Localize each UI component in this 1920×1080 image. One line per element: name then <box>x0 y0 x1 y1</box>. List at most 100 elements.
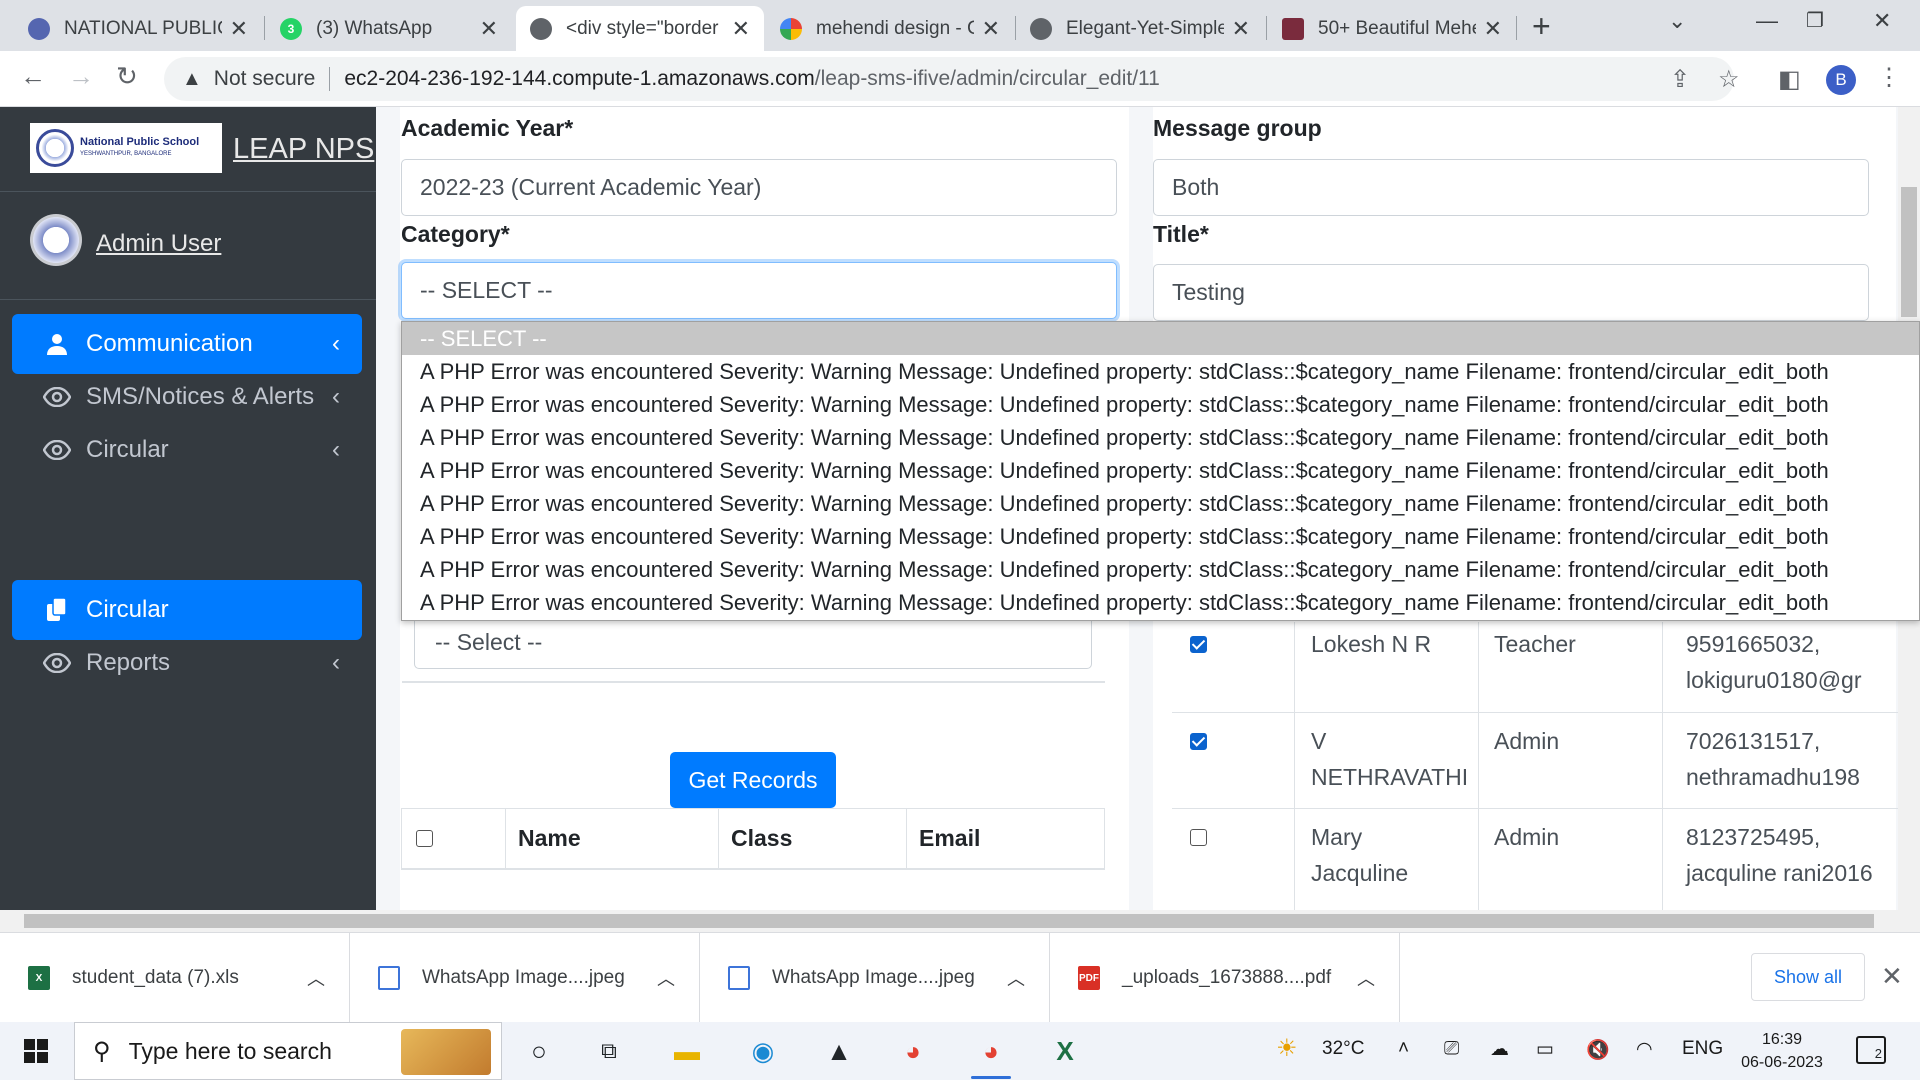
select-all-checkbox[interactable] <box>416 830 433 847</box>
download-item[interactable]: PDF _uploads_1673888....pdf ︿ <box>1050 933 1400 1023</box>
close-tab-icon[interactable]: ✕ <box>480 16 498 42</box>
category-select[interactable]: -- SELECT -- <box>401 262 1117 319</box>
share-icon[interactable]: ⇪ <box>1670 65 1690 94</box>
new-tab-plus-icon[interactable]: + <box>1532 8 1551 45</box>
dropdown-option[interactable]: A PHP Error was encountered Severity: Wa… <box>402 586 1919 619</box>
close-tab-icon[interactable]: ✕ <box>732 16 750 42</box>
show-all-button[interactable]: Show all <box>1751 953 1865 1001</box>
url-omnibox[interactable]: ▲ Not secure ec2-204-236-192-144.compute… <box>164 57 1734 101</box>
recipient-contact: 7026131517, nethramadhu198 <box>1686 723 1860 795</box>
user-name-link[interactable]: Admin User <box>96 230 221 258</box>
taskbar-search[interactable]: ⚲ Type here to search <box>74 1022 502 1080</box>
horizontal-scrollbar[interactable] <box>0 910 1920 932</box>
dropdown-option[interactable]: A PHP Error was encountered Severity: Wa… <box>402 487 1919 520</box>
speaker-muted-icon[interactable]: 🔇 <box>1586 1038 1610 1062</box>
chevron-up-icon[interactable]: ︿ <box>1357 965 1375 991</box>
tray-chevron-up-icon[interactable]: ˄ <box>1398 1038 1409 1060</box>
back-arrow-icon[interactable]: ← <box>20 61 46 92</box>
language-indicator[interactable]: ENG <box>1682 1038 1723 1060</box>
title-input[interactable]: Testing <box>1153 264 1869 321</box>
chrome-icon[interactable]: ◕ <box>894 1032 932 1070</box>
dropdown-option[interactable]: A PHP Error was encountered Severity: Wa… <box>402 355 1919 388</box>
cortana-circle-icon[interactable]: ○ <box>520 1032 558 1070</box>
download-item[interactable]: WhatsApp Image....jpeg ︿ <box>700 933 1050 1023</box>
row-checkbox[interactable] <box>1190 636 1207 653</box>
dropdown-option[interactable]: A PHP Error was encountered Severity: Wa… <box>402 520 1919 553</box>
chrome-profile-icon[interactable]: ◕ <box>972 1032 1010 1070</box>
side-panel-icon[interactable]: ◧ <box>1778 65 1801 94</box>
dropdown-option[interactable]: A PHP Error was encountered Severity: Wa… <box>402 421 1919 454</box>
profile-avatar[interactable]: B <box>1826 65 1856 95</box>
sidebar-item-circular[interactable]: Circular <box>12 580 362 640</box>
edge-browser-icon[interactable]: ◉ <box>744 1032 782 1070</box>
sidebar-item-circular-group[interactable]: Circular ‹ <box>12 420 362 480</box>
photos-app-icon[interactable]: ▲ <box>820 1032 858 1070</box>
sidebar-item-reports[interactable]: Reports ‹ <box>12 633 362 693</box>
weather-sun-icon[interactable]: ☀ <box>1276 1034 1298 1063</box>
eye-icon <box>42 435 72 465</box>
row-checkbox[interactable] <box>1190 829 1207 846</box>
sidebar-item-sms-notices-alerts[interactable]: SMS/Notices & Alerts ‹ <box>12 367 362 427</box>
dropdown-option-selected[interactable]: -- SELECT -- <box>402 322 1919 355</box>
column-header-class[interactable]: Class <box>719 809 907 868</box>
chevron-up-icon[interactable]: ︿ <box>307 965 325 991</box>
notification-center-icon[interactable]: 2 <box>1856 1036 1886 1064</box>
close-window-icon[interactable]: ✕ <box>1873 8 1891 34</box>
bookmark-star-icon[interactable]: ☆ <box>1718 65 1740 94</box>
message-group-field[interactable]: Both <box>1153 159 1869 216</box>
meet-now-icon[interactable]: ⎚ <box>1444 1038 1459 1060</box>
column-header-name[interactable]: Name <box>506 809 719 868</box>
dropdown-option[interactable]: A PHP Error was encountered Severity: Wa… <box>402 553 1919 586</box>
download-item[interactable]: X student_data (7).xls ︿ <box>0 933 350 1023</box>
url-path[interactable]: /leap-sms-ifive/admin/circular_edit/11 <box>815 67 1160 91</box>
recipient-role: Teacher <box>1494 631 1576 657</box>
sidebar-item-label: Reports <box>86 649 171 676</box>
row-checkbox[interactable] <box>1190 733 1207 750</box>
close-tab-icon[interactable]: ✕ <box>1484 16 1502 42</box>
security-label[interactable]: Not secure <box>214 67 316 91</box>
excel-icon[interactable]: X <box>1046 1032 1084 1070</box>
sidebar-item-communication[interactable]: Communication ‹ <box>12 314 362 374</box>
chevron-up-icon[interactable]: ︿ <box>1007 965 1025 991</box>
tab-beautiful-mehendi[interactable]: 50+ Beautiful Mehe ✕ <box>1268 6 1516 51</box>
windows-start-icon[interactable] <box>24 1039 48 1063</box>
tab-search-chevron-icon[interactable]: ⌄ <box>1668 8 1686 34</box>
chevron-up-icon[interactable]: ︿ <box>657 965 675 991</box>
system-clock[interactable]: 16:39 06-06-2023 <box>1728 1028 1836 1074</box>
academic-year-field[interactable]: 2022-23 (Current Academic Year) <box>401 159 1117 216</box>
tab-elegant-yet-simple[interactable]: Elegant-Yet-Simple ✕ <box>1016 6 1264 51</box>
file-explorer-icon[interactable]: ▬ <box>668 1032 706 1070</box>
restore-icon[interactable]: ❐ <box>1806 8 1824 33</box>
onedrive-cloud-icon[interactable]: ☁ <box>1490 1038 1509 1061</box>
tab-whatsapp[interactable]: 3 (3) WhatsApp ✕ <box>266 6 512 51</box>
brand-link[interactable]: LEAP NPS <box>233 133 374 166</box>
dropdown-option[interactable]: A PHP Error was encountered Severity: Wa… <box>402 388 1919 421</box>
close-tab-icon[interactable]: ✕ <box>230 16 248 42</box>
sub-select-dropdown[interactable]: -- Select -- <box>414 615 1092 669</box>
temperature-label[interactable]: 32°C <box>1322 1038 1364 1060</box>
scrollbar-thumb[interactable] <box>1901 187 1917 317</box>
reload-icon[interactable]: ↻ <box>116 61 138 92</box>
battery-icon[interactable]: ▭ <box>1536 1038 1554 1061</box>
forward-arrow-icon[interactable]: → <box>68 61 94 92</box>
column-header-email[interactable]: Email <box>907 809 1104 868</box>
warning-triangle-icon[interactable]: ▲ <box>182 68 202 91</box>
dropdown-option[interactable]: A PHP Error was encountered Severity: Wa… <box>402 454 1919 487</box>
more-menu-icon[interactable]: ⋮ <box>1877 63 1901 92</box>
download-filename: _uploads_1673888....pdf <box>1122 967 1332 988</box>
close-tab-icon[interactable]: ✕ <box>982 16 1000 42</box>
tab-active-div-style[interactable]: <div style="border ✕ <box>516 6 764 51</box>
wifi-icon[interactable]: ◠ <box>1636 1038 1653 1061</box>
minimize-icon[interactable]: — <box>1756 8 1778 34</box>
download-item[interactable]: WhatsApp Image....jpeg ︿ <box>350 933 700 1023</box>
url-host[interactable]: ec2-204-236-192-144.compute-1.amazonaws.… <box>344 67 814 91</box>
get-records-button[interactable]: Get Records <box>670 752 836 808</box>
scrollbar-thumb[interactable] <box>24 914 1874 928</box>
close-download-bar-icon[interactable]: ✕ <box>1881 961 1903 992</box>
close-tab-icon[interactable]: ✕ <box>1232 16 1250 42</box>
table-row: V NETHRAVATHI Admin 7026131517, nethramadh… <box>1172 712 1898 808</box>
tab-mehendi-design[interactable]: mehendi design - C ✕ <box>766 6 1014 51</box>
tab-national-public[interactable]: NATIONAL PUBLIC ✕ <box>14 6 262 51</box>
school-logo[interactable]: National Public School YESHWANTHPUR, BAN… <box>30 123 222 173</box>
task-view-icon[interactable]: ⧉ <box>590 1032 628 1070</box>
